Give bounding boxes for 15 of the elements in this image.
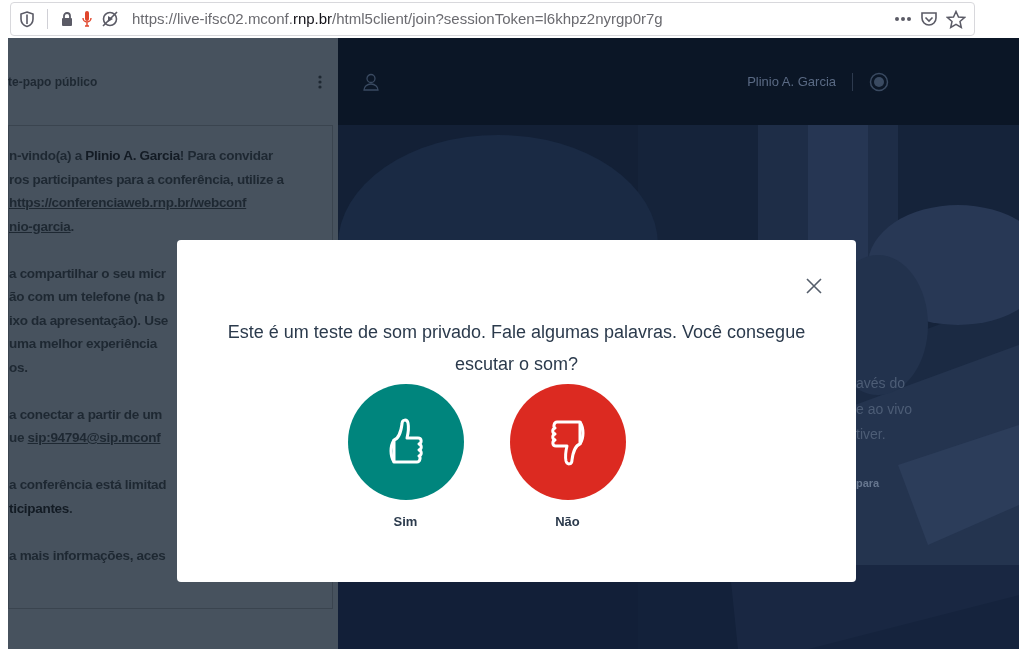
more-icon[interactable] bbox=[894, 16, 912, 22]
dialog-message: Este é um teste de som privado. Fale algumas palavras. Você consegue escutar o som? bbox=[226, 321, 807, 376]
lock-icon bbox=[60, 11, 74, 27]
url-text: https://live-ifsc02.mconf.rnp.br/html5client/join?sessionToken=l6khpz2nyrgp0r7g bbox=[132, 8, 663, 29]
shield-icon bbox=[19, 10, 35, 28]
answer-label: Sim bbox=[393, 513, 418, 531]
background-text: para bbox=[856, 476, 881, 491]
chat-message-line: ticipantes. bbox=[9, 499, 73, 518]
crossed-play-icon bbox=[100, 10, 120, 28]
user-name: Plinio A. Garcia bbox=[747, 72, 836, 91]
pocket-icon[interactable] bbox=[920, 10, 938, 28]
answer-label: Não bbox=[555, 513, 580, 531]
star-icon[interactable] bbox=[946, 9, 966, 29]
address-bar[interactable]: https://live-ifsc02.mconf.rnp.br/html5client/join?sessionToken=l6khpz2nyrgp0r7g bbox=[10, 2, 975, 36]
microphone-icon bbox=[82, 10, 92, 28]
